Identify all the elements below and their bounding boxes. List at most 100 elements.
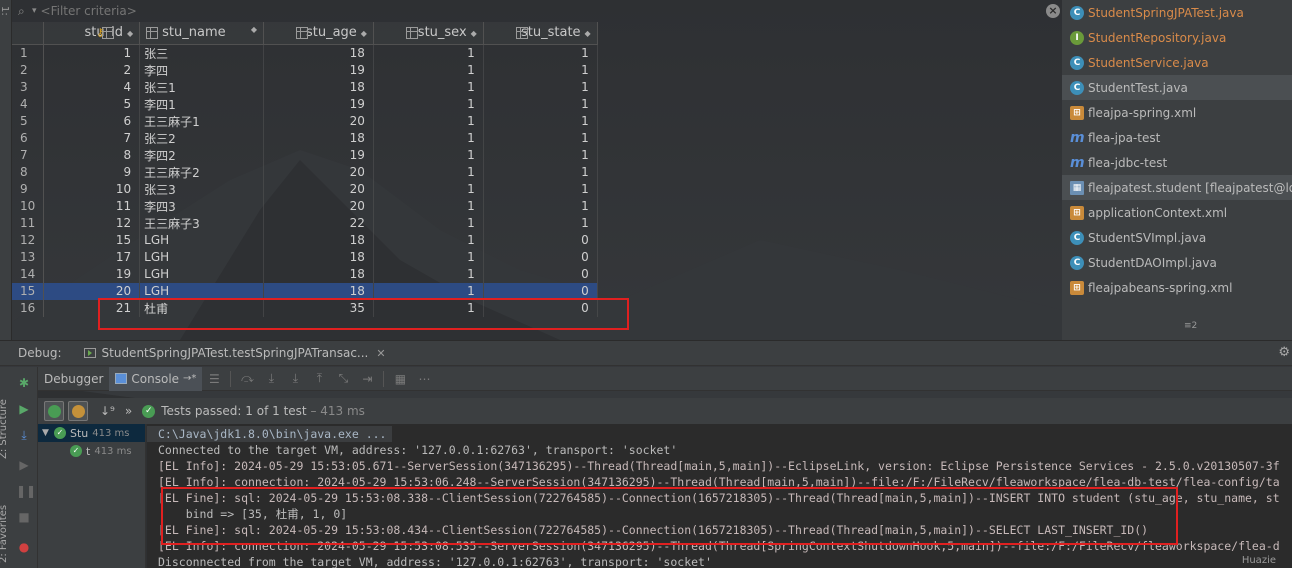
column-header-stu-sex[interactable]: stu_sex ◆ <box>373 22 484 45</box>
cell-stu-age[interactable]: 18 <box>263 248 374 266</box>
cell-stu-name[interactable]: LGH <box>139 248 265 266</box>
cell-stu-sex[interactable]: 1 <box>373 44 484 62</box>
cell-stu-sex[interactable]: 1 <box>373 112 484 130</box>
table-row[interactable]: 12 15 LGH 18 1 0 <box>12 231 1062 249</box>
more-icon[interactable]: » <box>125 404 132 418</box>
drop-frame-icon[interactable]: ⤡ <box>331 371 355 386</box>
restore-layout-icon[interactable]: →* <box>183 373 196 384</box>
row-number[interactable]: 6 <box>12 129 45 147</box>
row-number[interactable]: 5 <box>12 112 45 130</box>
project-file-item[interactable]: C StudentService.java <box>1062 50 1292 75</box>
cell-stu-id[interactable]: 2 <box>43 61 141 79</box>
filter-input[interactable] <box>40 4 941 18</box>
cell-stu-age[interactable]: 20 <box>263 112 374 130</box>
cell-stu-name[interactable]: 李四1 <box>139 95 265 113</box>
cell-stu-state[interactable]: 1 <box>483 78 598 96</box>
test-class-node[interactable]: ▼ ✓ Stu 413 ms <box>38 424 145 442</box>
row-number[interactable]: 8 <box>12 163 45 181</box>
row-number[interactable]: 15 <box>12 282 45 300</box>
project-file-item[interactable]: ⊞ applicationContext.xml <box>1062 200 1292 225</box>
row-number[interactable]: 12 <box>12 231 45 249</box>
clear-filter-button[interactable]: × <box>1046 4 1060 18</box>
project-file-item[interactable]: I StudentRepository.java <box>1062 25 1292 50</box>
table-row[interactable]: 1 1 张三 18 1 1 <box>12 44 1062 62</box>
table-row[interactable]: 9 10 张三3 20 1 1 <box>12 180 1062 198</box>
cell-stu-name[interactable]: 李四3 <box>139 197 265 215</box>
cell-stu-age[interactable]: 18 <box>263 129 374 147</box>
cell-stu-id[interactable]: 6 <box>43 112 141 130</box>
row-number[interactable]: 2 <box>12 61 45 79</box>
cell-stu-name[interactable]: LGH <box>139 282 265 300</box>
structure-tab[interactable]: Z: Structure <box>0 399 9 459</box>
row-number[interactable]: 1 <box>12 44 45 62</box>
cell-stu-state[interactable]: 1 <box>483 112 598 130</box>
cell-stu-age[interactable]: 18 <box>263 78 374 96</box>
force-step-into-icon[interactable]: ⤓ <box>283 371 307 386</box>
sort-alpha-icon[interactable]: ↓⁹ <box>100 404 115 418</box>
cell-stu-sex[interactable]: 1 <box>373 129 484 147</box>
cell-stu-sex[interactable]: 1 <box>373 78 484 96</box>
cell-stu-id[interactable]: 10 <box>43 180 141 198</box>
cell-stu-sex[interactable]: 1 <box>373 146 484 164</box>
cell-stu-age[interactable]: 20 <box>263 197 374 215</box>
cell-stu-state[interactable]: 1 <box>483 129 598 147</box>
cell-stu-id[interactable]: 19 <box>43 265 141 283</box>
cell-stu-age[interactable]: 18 <box>263 265 374 283</box>
column-header-stu-state[interactable]: stu_state ◆ <box>483 22 598 45</box>
table-row[interactable]: 14 19 LGH 18 1 0 <box>12 265 1062 283</box>
project-file-item[interactable]: ⊞ fleajpabeans-spring.xml <box>1062 275 1292 300</box>
menu-icon[interactable]: ☰ <box>202 372 226 386</box>
cell-stu-name[interactable]: 王三麻子1 <box>139 112 265 130</box>
stop-icon[interactable]: ■ <box>16 509 32 525</box>
resume-icon[interactable]: ▶ <box>16 401 32 417</box>
row-number[interactable]: 9 <box>12 180 45 198</box>
cell-stu-age[interactable]: 19 <box>263 95 374 113</box>
cell-stu-sex[interactable]: 1 <box>373 163 484 181</box>
project-file-item[interactable]: C StudentSVImpl.java <box>1062 225 1292 250</box>
project-strip-label[interactable]: 1: Proj <box>0 6 10 25</box>
play-icon[interactable]: ▶ <box>16 457 32 473</box>
table-row[interactable]: 5 6 王三麻子1 20 1 1 <box>12 112 1062 130</box>
table-row[interactable]: 10 11 李四3 20 1 1 <box>12 197 1062 215</box>
cell-stu-id[interactable]: 17 <box>43 248 141 266</box>
table-row[interactable]: 4 5 李四1 19 1 1 <box>12 95 1062 113</box>
column-header-stu-name[interactable]: stu_name ◆ <box>139 22 265 45</box>
cell-stu-id[interactable]: 12 <box>43 214 141 232</box>
project-file-item[interactable]: m flea-jdbc-test <box>1062 150 1292 175</box>
cell-stu-state[interactable]: 1 <box>483 95 598 113</box>
cell-stu-state[interactable]: 0 <box>483 248 598 266</box>
project-file-item[interactable]: m flea-jpa-test <box>1062 125 1292 150</box>
step-into-icon[interactable]: ⤓ <box>259 371 283 386</box>
cell-stu-id[interactable]: 4 <box>43 78 141 96</box>
cell-stu-state[interactable]: 0 <box>483 265 598 283</box>
step-icon[interactable]: ⤓ <box>16 427 32 443</box>
mute-breakpoints-icon[interactable]: ● <box>16 539 32 555</box>
cell-stu-sex[interactable]: 1 <box>373 95 484 113</box>
sort-icon[interactable]: ◆ <box>585 29 591 38</box>
debug-session-tab[interactable]: StudentSpringJPATest.testSpringJPATransa… <box>78 340 392 366</box>
cell-stu-age[interactable]: 18 <box>263 282 374 300</box>
tab-debugger[interactable]: Debugger <box>38 367 109 391</box>
search-icon[interactable]: ⌕ <box>18 4 32 19</box>
sort-icon[interactable]: ◆ <box>361 29 367 38</box>
row-number[interactable]: 16 <box>12 299 45 317</box>
table-row[interactable]: 8 9 王三麻子2 20 1 1 <box>12 163 1062 181</box>
cell-stu-age[interactable]: 20 <box>263 163 374 181</box>
cell-stu-sex[interactable]: 1 <box>373 197 484 215</box>
row-number[interactable]: 3 <box>12 78 45 96</box>
table-row[interactable]: 11 12 王三麻子3 22 1 1 <box>12 214 1062 232</box>
close-icon[interactable]: ✕ <box>376 347 385 360</box>
cell-stu-name[interactable]: 张三1 <box>139 78 265 96</box>
project-file-item[interactable]: ▦ fleajpatest.student [fleajpatest@localh… <box>1062 175 1292 200</box>
cell-stu-id[interactable]: 20 <box>43 282 141 300</box>
cell-stu-name[interactable]: 张三2 <box>139 129 265 147</box>
table-row[interactable]: 7 8 李四2 19 1 1 <box>12 146 1062 164</box>
chevron-down-icon[interactable]: ▾ <box>32 6 37 16</box>
cell-stu-state[interactable]: 1 <box>483 163 598 181</box>
cell-stu-age[interactable]: 20 <box>263 180 374 198</box>
cell-stu-id[interactable]: 1 <box>43 44 141 62</box>
cell-stu-age[interactable]: 19 <box>263 61 374 79</box>
table-row[interactable]: 3 4 张三1 18 1 1 <box>12 78 1062 96</box>
project-file-item[interactable]: C StudentTest.java <box>1062 75 1292 100</box>
cell-stu-state[interactable]: 1 <box>483 214 598 232</box>
